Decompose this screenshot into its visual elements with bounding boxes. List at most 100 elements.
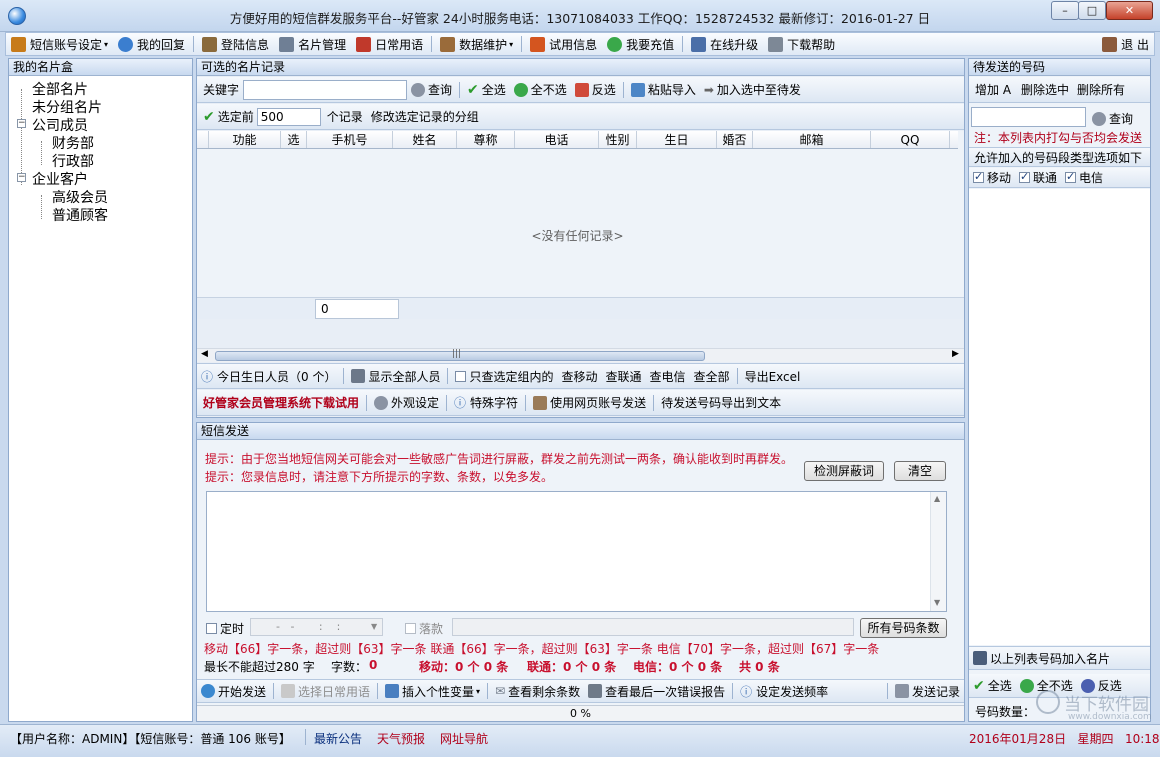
birthday-today-button[interactable]: ⓘ 今日生日人员（0 个） xyxy=(197,368,340,385)
send-frequency-button[interactable]: ⓘ 设定发送频率 xyxy=(736,683,832,700)
col-birthday[interactable]: 生日 xyxy=(637,131,717,148)
checkbox[interactable] xyxy=(1065,170,1077,183)
weather-link[interactable]: 天气预报 xyxy=(377,730,425,747)
select-none-button[interactable]: 全不选 xyxy=(510,81,571,98)
download-trial-link[interactable]: 好管家会员管理系统下载试用 xyxy=(199,394,363,411)
menu-recharge[interactable]: 我要充值 xyxy=(602,33,679,55)
col-email[interactable]: 邮箱 xyxy=(753,131,871,148)
tree-item-finance[interactable]: 财务部 xyxy=(52,133,94,153)
tree-item-regular[interactable]: 普通顾客 xyxy=(52,205,108,225)
checkbox[interactable] xyxy=(455,370,467,382)
add-number-button[interactable]: 增加 A xyxy=(975,81,1011,98)
menu-trial-info[interactable]: 试用信息 xyxy=(525,33,602,55)
chevron-down-icon[interactable]: ▼ xyxy=(371,622,377,631)
maximize-button[interactable]: □ xyxy=(1078,1,1106,20)
clear-button[interactable]: 清空 xyxy=(894,461,946,481)
checkbox[interactable] xyxy=(1019,170,1031,183)
col-qq[interactable]: QQ xyxy=(871,131,950,148)
site-nav-link[interactable]: 网址导航 xyxy=(440,730,488,747)
appearance-button[interactable]: 外观设定 xyxy=(370,394,443,411)
signature-input[interactable] xyxy=(452,618,854,636)
close-button[interactable]: ✕ xyxy=(1106,1,1153,20)
paste-import-button[interactable]: 粘贴导入 xyxy=(627,81,700,98)
select-top-input[interactable] xyxy=(256,107,321,126)
show-all-button[interactable]: 显示全部人员 xyxy=(347,368,444,385)
last-error-button[interactable]: 查看最后一次错误报告 xyxy=(584,683,729,700)
menu-card-management[interactable]: 名片管理 xyxy=(274,33,351,55)
col-name[interactable]: 姓名 xyxy=(393,131,457,148)
export-text-button[interactable]: 待发送号码导出到文本 xyxy=(657,394,785,411)
remaining-count-button[interactable]: ✉ 查看剩余条数 xyxy=(491,683,584,700)
type-unicom-checkbox[interactable]: 联通 xyxy=(1015,169,1061,186)
checkbox[interactable] xyxy=(206,623,217,634)
tree-item-enterprise-clients[interactable]: 企业客户 xyxy=(32,169,88,189)
type-telecom-checkbox[interactable]: 电信 xyxy=(1061,169,1107,186)
insert-variable-button[interactable]: 插入个性变量 ▾ xyxy=(381,683,484,700)
query-all-button[interactable]: 查全部 xyxy=(690,368,734,385)
menu-common-phrases[interactable]: 日常用语 xyxy=(351,33,428,55)
modify-group-button[interactable]: 修改选定记录的分组 xyxy=(371,108,479,125)
scroll-thumb[interactable]: ||| xyxy=(215,349,705,361)
add-to-pending-button[interactable]: ➡ 加入选中至待发 xyxy=(700,81,805,98)
export-excel-button[interactable]: 导出Excel xyxy=(741,368,805,385)
message-textarea[interactable] xyxy=(206,491,947,612)
query-unicom-button[interactable]: 查联通 xyxy=(602,368,646,385)
horizontal-scrollbar[interactable]: ◀ ||| ▶ xyxy=(197,348,964,362)
select-all-button[interactable]: ✔ 全选 xyxy=(463,81,510,98)
menu-download-help[interactable]: 下载帮助 xyxy=(763,33,840,55)
type-mobile-checkbox[interactable]: 移动 xyxy=(969,169,1015,186)
pending-number-list[interactable] xyxy=(969,189,1150,645)
col-function[interactable]: 功能 xyxy=(209,131,281,148)
scroll-right-icon[interactable]: ▶ xyxy=(952,349,959,359)
menu-my-replies[interactable]: 我的回复 xyxy=(113,33,190,55)
menu-exit[interactable]: 退 出 xyxy=(1097,33,1154,55)
scroll-left-icon[interactable]: ◀ xyxy=(201,349,208,359)
all-number-count-button[interactable]: 所有号码条数 xyxy=(860,618,947,638)
tree-collapse-toggle[interactable]: − xyxy=(17,119,26,128)
scroll-up-icon[interactable]: ▲ xyxy=(934,494,940,503)
pending-select-all-button[interactable]: ✔ 全选 xyxy=(969,677,1016,694)
col-married[interactable]: 婚否 xyxy=(717,131,753,148)
textarea-scrollbar[interactable]: ▲ ▼ xyxy=(930,492,946,611)
start-send-button[interactable]: 开始发送 xyxy=(197,683,270,700)
col-mobile[interactable]: 手机号 xyxy=(307,131,393,148)
invert-button[interactable]: 反选 xyxy=(571,81,620,98)
add-to-cards-button[interactable]: 以上列表号码加入名片 xyxy=(969,650,1114,667)
col-title[interactable]: 尊称 xyxy=(457,131,515,148)
pending-query-button[interactable]: 查询 xyxy=(1088,110,1137,127)
send-records-button[interactable]: 发送记录 xyxy=(891,683,964,700)
scroll-down-icon[interactable]: ▼ xyxy=(934,598,940,607)
col-phone[interactable]: 电话 xyxy=(515,131,599,148)
special-chars-button[interactable]: ⓘ 特殊字符 xyxy=(450,394,522,411)
menu-data-maintenance[interactable]: 数据维护 ▾ xyxy=(435,33,518,55)
web-account-send-button[interactable]: 使用网页账号发送 xyxy=(529,394,650,411)
keyword-input[interactable] xyxy=(243,79,408,100)
only-group-checkbox[interactable]: 只查选定组内的 xyxy=(451,368,557,385)
checkbox[interactable] xyxy=(405,623,416,634)
choose-phrase-button[interactable]: 选择日常用语 xyxy=(277,683,374,700)
tree-item-ungrouped[interactable]: 未分组名片 xyxy=(32,97,102,117)
col-select[interactable]: 选 xyxy=(281,131,307,148)
tree-item-vip[interactable]: 高级会员 xyxy=(52,187,108,207)
timer-checkbox[interactable]: 定时 xyxy=(206,620,244,637)
latest-news-link[interactable]: 最新公告 xyxy=(314,730,362,747)
pending-search-input[interactable] xyxy=(971,107,1086,127)
timer-datetime-picker[interactable]: - - : : xyxy=(250,618,383,636)
tree-item-admin[interactable]: 行政部 xyxy=(52,151,94,171)
delete-selected-button[interactable]: 删除选中 xyxy=(1021,81,1069,98)
query-mobile-button[interactable]: 查移动 xyxy=(558,368,602,385)
tree-collapse-toggle[interactable]: − xyxy=(17,173,26,182)
delete-all-button[interactable]: 删除所有 xyxy=(1077,81,1125,98)
tree-item-company-members[interactable]: 公司成员 xyxy=(32,115,88,135)
signature-checkbox[interactable]: 落款 xyxy=(405,620,443,637)
col-gender[interactable]: 性别 xyxy=(599,131,637,148)
tree-item-all-cards[interactable]: 全部名片 xyxy=(32,79,88,99)
checkbox[interactable] xyxy=(973,170,984,183)
menu-sms-account-settings[interactable]: 短信账号设定 ▾ xyxy=(6,33,113,55)
query-telecom-button[interactable]: 查电信 xyxy=(646,368,690,385)
menu-online-upgrade[interactable]: 在线升级 xyxy=(686,33,763,55)
minimize-button[interactable]: – xyxy=(1051,1,1079,20)
menu-login-info[interactable]: 登陆信息 xyxy=(197,33,274,55)
detect-blocked-words-button[interactable]: 检测屏蔽词 xyxy=(804,461,884,481)
query-button[interactable]: 查询 xyxy=(407,81,456,98)
